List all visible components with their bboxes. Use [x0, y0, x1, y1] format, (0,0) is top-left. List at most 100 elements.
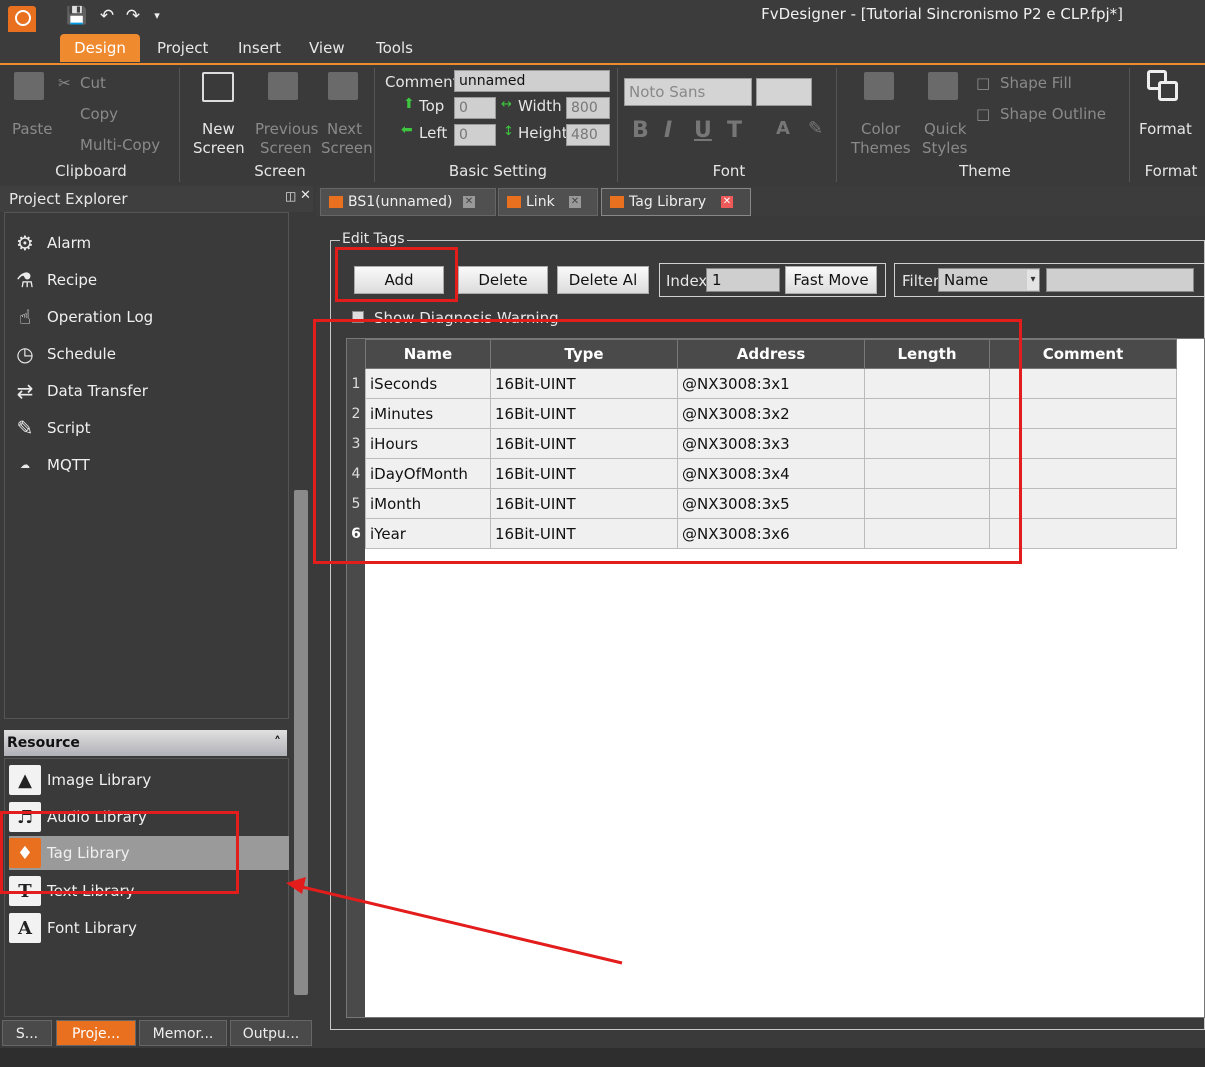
delete-all-button[interactable]: Delete Al — [557, 266, 649, 294]
strikethrough-icon[interactable]: T — [727, 118, 742, 143]
font-color-icon[interactable]: A — [776, 118, 790, 139]
tab-design[interactable]: Design — [60, 34, 140, 62]
tab-project[interactable]: Project — [143, 34, 222, 62]
quick-styles-line2[interactable]: Styles — [922, 139, 968, 157]
close-icon[interactable]: ✕ — [463, 196, 475, 208]
resource-header[interactable]: Resource ˄ — [4, 730, 287, 756]
clipboard-group-label: Clipboard — [55, 162, 127, 180]
tab-label: Tag Library — [629, 194, 707, 210]
scrollbar-thumb[interactable] — [294, 490, 308, 995]
quick-styles-line1[interactable]: Quick — [924, 120, 966, 138]
cut-icon: ✂ — [58, 74, 71, 92]
bold-button[interactable]: B — [632, 118, 649, 143]
list-item[interactable]: A Font Library — [9, 911, 289, 945]
chevron-down-icon[interactable]: ▾ — [146, 5, 168, 27]
redo-icon[interactable]: ↷ — [122, 5, 144, 27]
color-themes-line2[interactable]: Themes — [851, 139, 911, 157]
list-item[interactable]: ⇄ Data Transfer — [9, 374, 148, 408]
chevron-down-icon[interactable]: ▾ — [1027, 270, 1039, 290]
undo-icon[interactable]: ↶ — [96, 5, 118, 27]
list-item[interactable]: ▲ Image Library — [9, 763, 289, 797]
tab-bs1[interactable]: BS1(unnamed) ✕ — [320, 188, 496, 216]
cut-button[interactable]: Cut — [80, 74, 106, 92]
fast-move-button[interactable]: Fast Move — [785, 266, 877, 294]
ribbon-divider — [179, 68, 180, 182]
ribbon-divider — [374, 68, 375, 182]
tab-project-explorer[interactable]: Proje... — [56, 1020, 136, 1046]
new-screen-line1[interactable]: New — [202, 120, 235, 138]
height-label: Height — [518, 124, 568, 142]
multi-copy-button[interactable]: Multi-Copy — [80, 136, 160, 154]
highlight-icon[interactable]: ✎ — [808, 118, 823, 139]
next-screen-line1[interactable]: Next — [327, 120, 362, 138]
pin-icon[interactable]: ◫ — [285, 189, 296, 203]
tab-memory[interactable]: Memor... — [139, 1020, 227, 1046]
shape-fill-button[interactable]: Shape Fill — [1000, 74, 1072, 92]
close-icon[interactable]: ✕ — [300, 188, 311, 203]
height-input[interactable]: 480 — [566, 124, 610, 146]
copy-button[interactable]: Copy — [80, 105, 118, 123]
left-input[interactable]: 0 — [454, 124, 496, 146]
format-icon — [1147, 70, 1181, 102]
list-item-label: Schedule — [47, 345, 116, 363]
list-item[interactable]: ⚗ Recipe — [9, 263, 97, 297]
app-logo-icon[interactable] — [8, 6, 36, 34]
filter-label: Filter — [902, 272, 940, 290]
window-title: FvDesigner - [Tutorial Sincronismo P2 e … — [761, 5, 1123, 23]
filter-field-select[interactable]: Name — [938, 268, 1040, 292]
delete-button[interactable]: Delete — [458, 266, 548, 294]
font-size-select[interactable] — [756, 78, 812, 106]
close-icon[interactable]: ✕ — [569, 196, 581, 208]
list-item-label: Script — [47, 419, 91, 437]
top-input[interactable]: 0 — [454, 97, 496, 119]
list-item-label: Operation Log — [47, 308, 154, 326]
list-item[interactable]: ☁ MQTT — [9, 448, 90, 482]
height-arrow-icon: ↕ — [503, 124, 514, 139]
underline-button[interactable]: U — [694, 118, 712, 143]
list-item[interactable]: ⚙ Alarm — [9, 226, 91, 260]
screen-group-label: Screen — [254, 162, 306, 180]
width-arrow-icon: ↔ — [501, 97, 512, 112]
filter-input[interactable] — [1046, 268, 1194, 292]
script-icon: ✎ — [16, 416, 34, 440]
next-screen-line2[interactable]: Screen — [321, 139, 373, 157]
tab-insert[interactable]: Insert — [224, 34, 295, 62]
format-button[interactable]: Format — [1139, 120, 1192, 138]
list-item-label: MQTT — [47, 456, 90, 474]
width-input[interactable]: 800 — [566, 97, 610, 119]
color-themes-line1[interactable]: Color — [861, 120, 900, 138]
list-item[interactable]: ◷ Schedule — [9, 337, 116, 371]
tab-s[interactable]: S... — [2, 1020, 52, 1046]
screen-icon — [329, 196, 343, 208]
tab-link[interactable]: Link ✕ — [498, 188, 598, 216]
previous-screen-line2[interactable]: Screen — [260, 139, 312, 157]
list-item-label: Data Transfer — [47, 382, 148, 400]
tab-tag-library[interactable]: Tag Library ✕ — [601, 188, 751, 216]
new-screen-line2[interactable]: Screen — [193, 139, 245, 157]
close-icon[interactable]: ✕ — [721, 196, 733, 208]
font-group-label: Font — [712, 162, 746, 180]
flask-icon: ⚗ — [16, 268, 34, 292]
previous-screen-line1[interactable]: Previous — [255, 120, 318, 138]
collapse-icon[interactable]: ˄ — [274, 730, 281, 756]
shape-outline-button[interactable]: Shape Outline — [1000, 105, 1106, 123]
tag-icon — [610, 196, 624, 208]
list-item[interactable]: ☝ Operation Log — [9, 300, 153, 334]
comment-input[interactable]: unnamed — [454, 70, 610, 92]
resource-title: Resource — [7, 735, 80, 751]
list-item-label: Font Library — [47, 919, 137, 937]
index-input[interactable]: 1 — [706, 268, 780, 292]
tab-view[interactable]: View — [295, 34, 359, 62]
save-icon[interactable]: 💾 — [66, 5, 88, 27]
new-screen-icon — [202, 72, 234, 102]
previous-screen-icon — [268, 72, 298, 100]
tab-tools[interactable]: Tools — [362, 34, 427, 62]
left-label: Left — [419, 124, 448, 142]
list-item[interactable]: ✎ Script — [9, 411, 91, 445]
tab-output[interactable]: Outpu... — [230, 1020, 312, 1046]
italic-button[interactable]: I — [664, 118, 672, 143]
paste-button[interactable]: Paste — [12, 120, 53, 138]
basic-setting-group-label: Basic Setting — [448, 162, 548, 180]
font-family-select[interactable]: Noto Sans — [624, 78, 752, 106]
left-arrow-icon: ⬅ — [401, 122, 413, 138]
